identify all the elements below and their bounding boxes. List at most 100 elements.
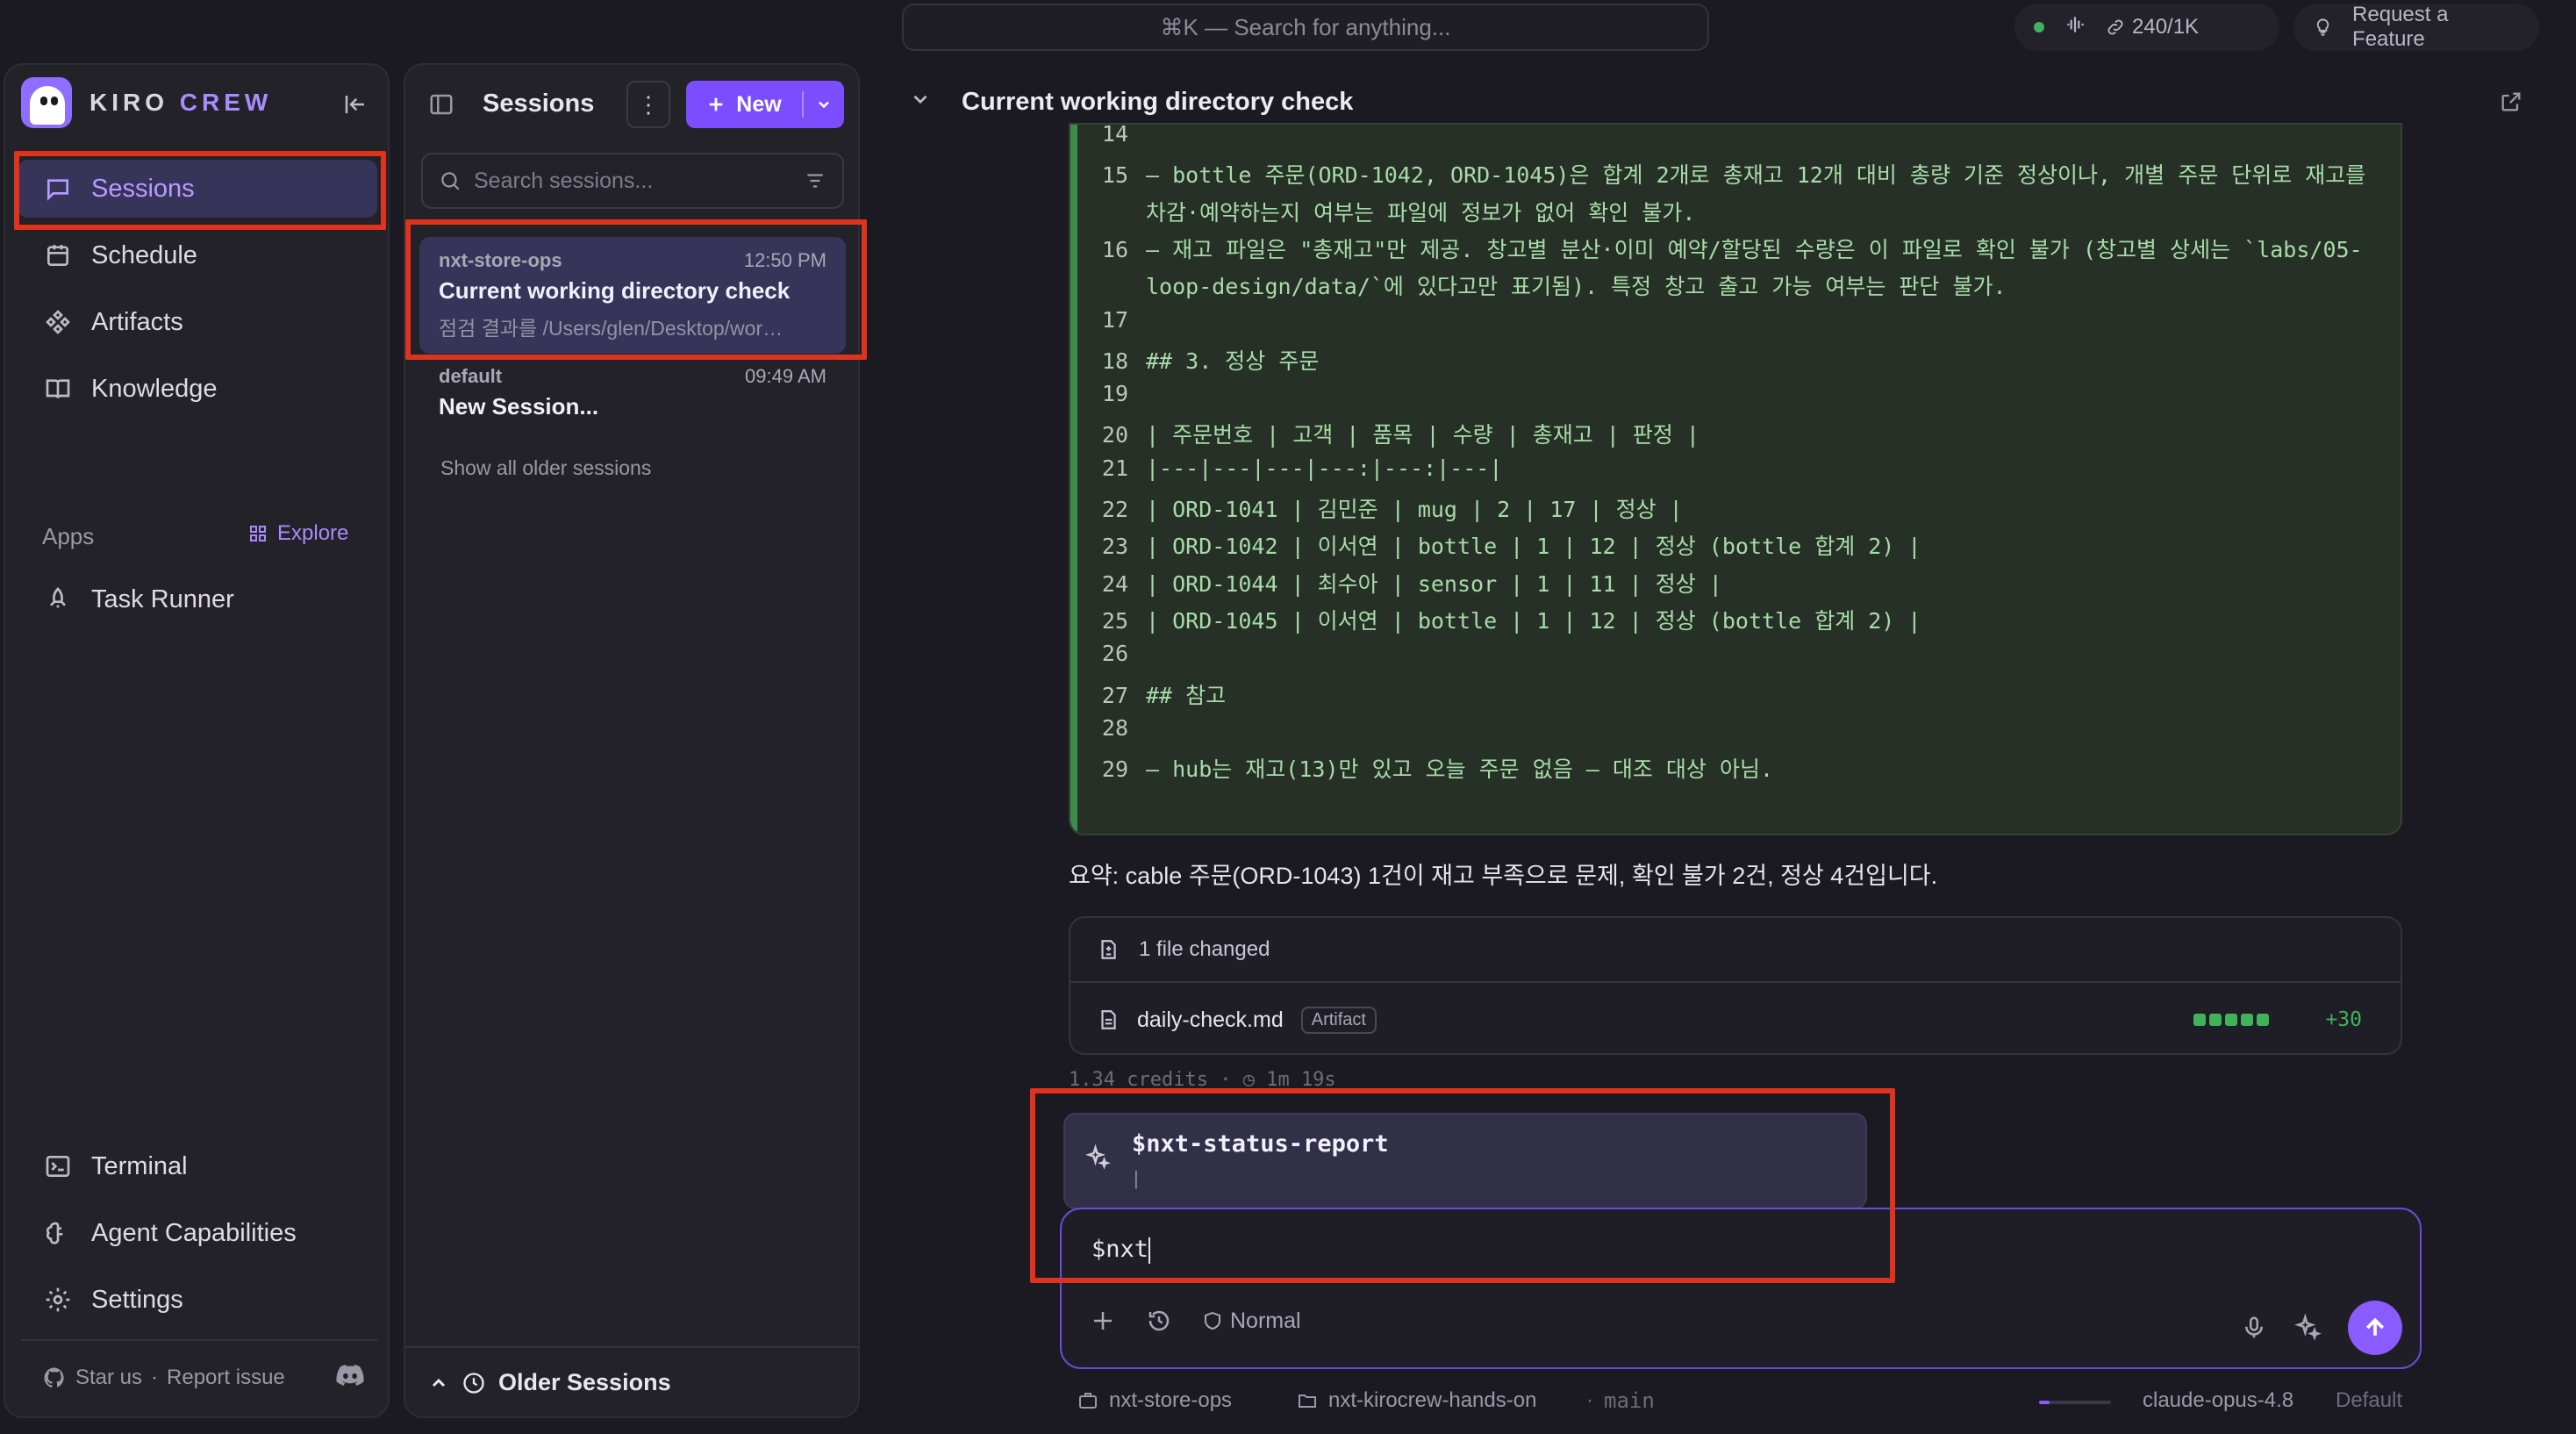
nav-item-artifacts[interactable]: Artifacts: [18, 293, 377, 351]
gear-icon: [46, 1287, 70, 1312]
filter-icon[interactable]: [804, 169, 826, 192]
line-number: 26: [1101, 641, 1128, 667]
code-line: 27 ## 참고: [1079, 678, 2395, 710]
plus-icon: [709, 97, 723, 111]
nav-item-schedule[interactable]: Schedule: [18, 226, 377, 284]
nav-item-terminal[interactable]: Terminal: [18, 1137, 377, 1195]
line-number: 25: [1101, 607, 1128, 634]
line-text: – 재고 파일은 "총재고"만 제공. 창고별 분산·이미 예약/할당된 수량은…: [1146, 236, 2363, 262]
history-icon[interactable]: [1146, 1308, 1172, 1334]
line-number: 23: [1101, 534, 1128, 560]
github-icon: [44, 1367, 64, 1388]
status-dot: [2034, 22, 2044, 32]
code-line: 22 | ORD-1041 | 김민준 | mug | 2 | 17 | 정상 |: [1079, 492, 2395, 524]
line-text: | ORD-1045 | 이서연 | bottle | 1 | 12 | 정상 …: [1146, 607, 1921, 634]
line-number: 20: [1101, 422, 1128, 448]
microphone-icon[interactable]: [2241, 1315, 2267, 1341]
session-time: 09:49 AM: [745, 365, 826, 387]
folder-icon: [1299, 1395, 1316, 1408]
plus-icon[interactable]: [1090, 1308, 1116, 1334]
line-text: | 주문번호 | 고객 | 품목 | 수량 | 총재고 | 판정 |: [1146, 422, 1699, 448]
link-icon: [2107, 19, 2123, 35]
chevron-down-icon[interactable]: [804, 96, 844, 113]
mode-selector[interactable]: Normal: [1202, 1309, 1301, 1334]
line-text: | ORD-1044 | 최수아 | sensor | 1 | 11 | 정상 …: [1146, 570, 1722, 597]
highlight-box-sessions-nav: [14, 151, 386, 230]
panel-toggle-icon[interactable]: [428, 91, 454, 122]
nav-item-agent-capabilities[interactable]: Agent Capabilities: [18, 1204, 377, 1262]
line-text: – hub는 재고(13)만 있고 오늘 주문 없음 — 대조 대상 아님.: [1146, 756, 1774, 783]
request-feature-button[interactable]: Request a Feature: [2293, 3, 2539, 51]
branch-indicator[interactable]: · main: [1586, 1388, 1655, 1413]
brand-name: KIRO CREW: [89, 89, 273, 116]
chevron-down-icon[interactable]: [909, 88, 932, 115]
send-button[interactable]: [2348, 1301, 2402, 1355]
external-link-icon[interactable]: [2499, 90, 2523, 118]
file-changes-header[interactable]: 1 file changed: [1070, 918, 2401, 983]
code-line: 21 |---|---|---|---:|---:|---|: [1079, 455, 2395, 481]
clock-icon: [463, 1372, 484, 1394]
nav-item-task-runner[interactable]: Task Runner: [18, 570, 377, 628]
files-changed-label: 1 file changed: [1139, 937, 1270, 961]
diff-stat-bar: [2193, 1014, 2269, 1026]
line-text: loop-design/data/`에 있다고만 표기됨). 특정 창고 출고 …: [1146, 274, 2007, 300]
line-number: 21: [1101, 455, 1128, 481]
code-line: 29 – hub는 재고(13)만 있고 오늘 주문 없음 — 대조 대상 아님.: [1079, 752, 2395, 784]
older-sessions-toggle[interactable]: Older Sessions: [428, 1369, 671, 1396]
book-icon: [46, 379, 70, 398]
nav-label: Task Runner: [91, 584, 234, 613]
assistant-summary: 요약: cable 주문(ORD-1043) 1건이 재고 부족으로 문제, 확…: [1069, 863, 1938, 889]
code-line: 24 | ORD-1044 | 최수아 | sensor | 1 | 11 | 정…: [1079, 567, 2395, 599]
model-selector[interactable]: claude-opus-4.8: [2143, 1388, 2293, 1413]
profile-name: Default: [2336, 1388, 2403, 1412]
line-number: 14: [1101, 123, 1128, 147]
code-line: 15 – bottle 주문(ORD-1042, ORD-1045)은 합계 2개…: [1079, 158, 2395, 190]
new-session-button[interactable]: New: [686, 81, 844, 128]
explore-button[interactable]: Explore: [247, 521, 348, 546]
changed-file-row[interactable]: daily-check.md Artifact +30: [1070, 985, 2401, 1055]
code-line: 차감·예약하는지 여부는 파일에 정보가 없어 확인 불가.: [1079, 196, 2395, 227]
explore-label: Explore: [277, 521, 349, 545]
line-text: 차감·예약하는지 여부는 파일에 정보가 없어 확인 불가.: [1146, 199, 1696, 226]
line-text: ## 참고: [1146, 682, 1227, 708]
arrow-up-icon: [2365, 1317, 2385, 1336]
nav-item-knowledge[interactable]: Knowledge: [18, 360, 377, 418]
request-feature-label: Request a Feature: [2352, 3, 2449, 51]
status-pill[interactable]: 240/1K: [2014, 4, 2279, 51]
sparkle-icon[interactable]: [2293, 1314, 2322, 1342]
session-search-input[interactable]: Search sessions...: [421, 153, 844, 209]
search-placeholder: Search sessions...: [474, 168, 654, 193]
lightbulb-icon: [2316, 18, 2329, 36]
folder-indicator[interactable]: nxt-kirocrew-hands-on: [1297, 1388, 1536, 1413]
star-us-link[interactable]: Star us: [75, 1366, 142, 1390]
footer-separator: ·: [151, 1366, 159, 1389]
left-nav: KIRO CREW Sessions Schedule Artifacts Kn…: [4, 63, 390, 1418]
changed-file-name: daily-check.md: [1137, 1007, 1284, 1032]
sessions-menu-button[interactable]: ⋮: [626, 81, 670, 128]
apps-heading: Apps: [42, 523, 95, 549]
rocket-icon: [50, 587, 66, 608]
line-text: |---|---|---|---:|---:|---|: [1146, 455, 1503, 481]
code-line: 19: [1079, 381, 2395, 406]
discord-icon[interactable]: [335, 1364, 365, 1393]
global-search-input[interactable]: ⌘K — Search for anything...: [902, 4, 1709, 51]
file-changes-card: 1 file changed daily-check.md Artifact +…: [1069, 916, 2402, 1055]
nav-item-settings[interactable]: Settings: [18, 1271, 377, 1329]
kiro-logo-icon: [21, 77, 72, 128]
session-item[interactable]: default 09:49 AM New Session...: [419, 353, 846, 433]
brand: KIRO CREW: [21, 77, 272, 128]
nav-label: Artifacts: [91, 307, 183, 336]
show-older-sessions-link[interactable]: Show all older sessions: [440, 456, 651, 480]
workspace-indicator[interactable]: nxt-store-ops: [1077, 1388, 1232, 1413]
search-icon: [441, 172, 460, 190]
line-number: 16: [1101, 236, 1128, 262]
composer-tools: Normal: [1090, 1308, 1301, 1334]
collapse-sidebar-icon[interactable]: [342, 91, 369, 125]
branch-name: main: [1604, 1388, 1655, 1413]
divider: [21, 1339, 377, 1341]
conversation-title: Current working directory check: [962, 88, 1354, 116]
report-issue-link[interactable]: Report issue: [167, 1366, 285, 1390]
new-label: New: [736, 91, 782, 117]
sessions-title: Sessions: [483, 90, 595, 118]
profile-selector[interactable]: Default: [2336, 1388, 2402, 1413]
